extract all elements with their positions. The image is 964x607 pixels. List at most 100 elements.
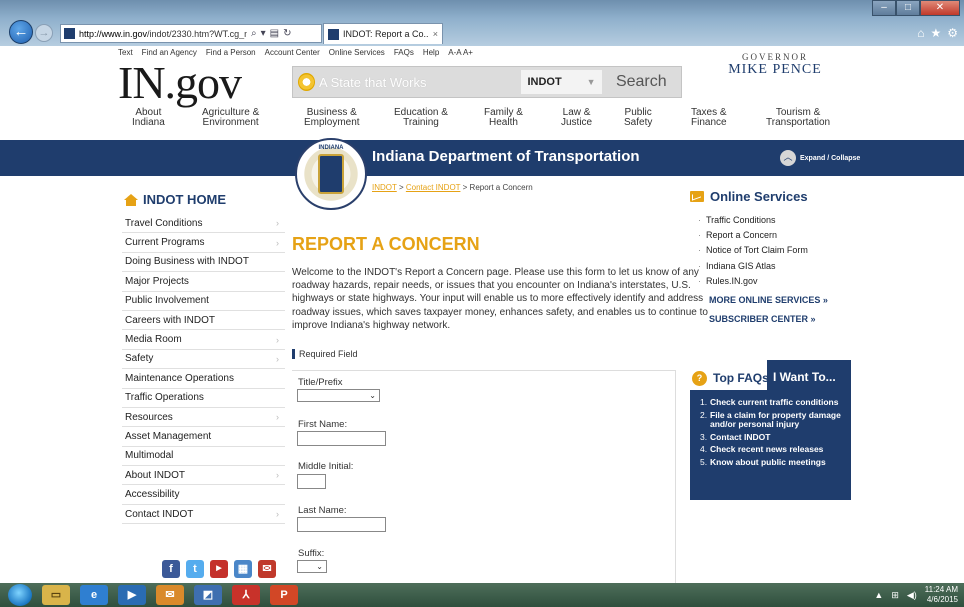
nav-item[interactable]: Agriculture & Environment — [202, 108, 259, 128]
settings-gear-icon[interactable]: ⚙ — [947, 26, 958, 40]
nav-item[interactable]: Taxes & Finance — [691, 108, 727, 128]
title-prefix-select[interactable]: ⌄ — [297, 389, 380, 402]
search-icon[interactable]: ⌕ — [251, 28, 257, 39]
governor-block[interactable]: GOVERNOR MIKE PENCE — [700, 52, 850, 78]
compat-view-icon[interactable]: ▤ — [270, 28, 279, 39]
start-button[interactable] — [8, 584, 32, 606]
internet-explorer-icon[interactable]: e — [80, 585, 108, 605]
utility-link[interactable]: FAQs — [394, 48, 414, 57]
search-button[interactable]: Search — [602, 67, 681, 97]
online-service-link[interactable]: · Notice of Tort Claim Form — [698, 245, 808, 260]
last-name-label: Last Name: — [298, 505, 347, 516]
sidebar-header[interactable]: INDOT HOME — [124, 192, 226, 207]
acrobat-icon[interactable]: ⅄ — [232, 585, 260, 605]
i-want-to-list: 1. Check current traffic conditions 2. File… — [690, 390, 851, 500]
sidebar-item[interactable]: Travel Conditions › — [122, 214, 285, 234]
more-online-services-link[interactable]: MORE ONLINE SERVICES » — [709, 295, 828, 305]
want-to-item[interactable]: 3. Contact INDOT — [690, 432, 851, 443]
close-window-button[interactable]: ✕ — [920, 0, 960, 16]
utility-link[interactable]: Account Center — [265, 48, 320, 57]
nav-item[interactable]: Public Safety — [624, 108, 652, 128]
sidebar-item[interactable]: Traffic Operations — [122, 389, 285, 408]
address-text[interactable]: http://www.in.gov/indot/2330.htm?WT.cg_n… — [79, 29, 247, 39]
sidebar-item[interactable]: Doing Business with INDOT — [122, 253, 285, 273]
online-service-link[interactable]: · Report a Concern — [698, 230, 808, 245]
twitter-icon[interactable]: t — [186, 560, 204, 578]
first-name-input[interactable] — [297, 431, 386, 446]
sidebar-item[interactable]: Careers with INDOT — [122, 311, 285, 331]
online-service-link[interactable]: · Rules.IN.gov — [698, 276, 808, 291]
minimize-button[interactable]: – — [872, 0, 896, 16]
want-to-item[interactable]: 4. Check recent news releases — [690, 444, 851, 455]
refresh-icon[interactable]: ↻ — [283, 28, 291, 39]
favorites-star-icon[interactable]: ★ — [930, 26, 941, 40]
powerpoint-icon[interactable]: P — [270, 585, 298, 605]
subscriber-center-link[interactable]: SUBSCRIBER CENTER » — [709, 314, 816, 324]
suffix-select[interactable]: ⌄ — [297, 560, 327, 573]
nav-item[interactable]: Law & Justice — [561, 108, 592, 128]
breadcrumb-indot[interactable]: INDOT — [372, 183, 397, 192]
sidebar-item[interactable]: Accessibility — [122, 485, 285, 505]
network-icon[interactable]: ⊞ — [891, 590, 899, 601]
nav-item[interactable]: Tourism & Transportation — [766, 108, 830, 128]
banner-title[interactable]: Indiana Department of Transportation — [372, 148, 640, 165]
nav-item[interactable]: Education & Training — [394, 108, 448, 128]
want-to-item[interactable]: 5. Know about public meetings — [690, 457, 851, 468]
browser-tab[interactable]: INDOT: Report a Co... × — [323, 23, 443, 44]
home-icon[interactable]: ⌂ — [917, 26, 924, 40]
middle-initial-input[interactable] — [297, 474, 326, 489]
online-service-link[interactable]: · Indiana GIS Atlas — [698, 261, 808, 276]
online-services-header: Online Services — [690, 189, 808, 204]
media-player-icon[interactable]: ▶ — [118, 585, 146, 605]
sidebar-item[interactable]: Asset Management — [122, 427, 285, 447]
last-name-input[interactable] — [297, 517, 386, 532]
tab-title: INDOT: Report a Co... — [342, 29, 429, 39]
nav-item[interactable]: About Indiana — [132, 108, 165, 128]
utility-link[interactable]: Online Services — [329, 48, 385, 57]
clock[interactable]: 11:24 AM 4/6/2015 — [925, 585, 958, 605]
sidebar-item[interactable]: Safety › — [122, 350, 285, 370]
sidebar-item[interactable]: Current Programs › — [122, 233, 285, 253]
utility-link[interactable]: Help — [423, 48, 439, 57]
tab-close-icon[interactable]: × — [433, 29, 438, 39]
email-alert-icon[interactable]: ✉ — [258, 560, 276, 578]
address-bar[interactable]: http://www.in.gov/indot/2330.htm?WT.cg_n… — [60, 24, 322, 43]
sidebar-item[interactable]: About INDOT › — [122, 466, 285, 486]
sidebar-item[interactable]: Contact INDOT › — [122, 505, 285, 525]
expand-collapse-toggle[interactable]: ︿ Expand / Collapse — [780, 150, 860, 166]
calendar-icon[interactable]: ▦ — [234, 560, 252, 578]
sidebar-item[interactable]: Media Room › — [122, 330, 285, 350]
nav-item[interactable]: Business & Employment — [304, 108, 360, 128]
forward-button[interactable]: → — [35, 24, 53, 42]
online-service-link[interactable]: · Traffic Conditions — [698, 215, 808, 230]
main-nav: About Indiana Agriculture & Environment Bu… — [118, 108, 858, 136]
ingov-logo[interactable]: IN.gov — [118, 56, 242, 109]
tray-arrow-icon[interactable]: ▲ — [874, 590, 883, 600]
back-button[interactable]: ← — [9, 20, 33, 44]
volume-icon[interactable]: ◀) — [907, 590, 917, 601]
nav-item[interactable]: Family & Health — [484, 108, 523, 128]
breadcrumb-contact[interactable]: Contact INDOT — [406, 183, 461, 192]
photos-icon[interactable]: ◩ — [194, 585, 222, 605]
required-field-legend: Required Field — [292, 349, 358, 359]
outlook-icon[interactable]: ✉ — [156, 585, 184, 605]
tab-top-faqs[interactable]: Top FAQs — [713, 371, 769, 385]
tab-favicon-icon — [328, 28, 339, 40]
facebook-icon[interactable]: f — [162, 560, 180, 578]
sidebar-item[interactable]: Resources › — [122, 408, 285, 428]
indot-seal-icon[interactable]: INDIANA — [295, 138, 367, 210]
dropdown-icon[interactable]: ▾ — [261, 28, 266, 39]
sidebar-item[interactable]: Multimodal — [122, 447, 285, 467]
sidebar-item[interactable]: Maintenance Operations — [122, 369, 285, 389]
want-to-item[interactable]: 2. File a claim for property damage and/o… — [690, 410, 851, 430]
utility-link[interactable]: A-A A+ — [448, 48, 473, 57]
file-explorer-icon[interactable]: ▭ — [42, 585, 70, 605]
tab-i-want-to[interactable]: I Want To... — [767, 360, 851, 390]
sidebar-item[interactable]: Major Projects — [122, 272, 285, 292]
youtube-icon[interactable]: ▶ — [210, 560, 228, 578]
agency-select[interactable]: INDOT ▼ — [521, 70, 602, 94]
sidebar-item[interactable]: Public Involvement — [122, 292, 285, 311]
maximize-button[interactable]: □ — [896, 0, 920, 16]
search-tagline[interactable]: A State that Works — [319, 75, 521, 90]
want-to-item[interactable]: 1. Check current traffic conditions — [690, 397, 851, 408]
